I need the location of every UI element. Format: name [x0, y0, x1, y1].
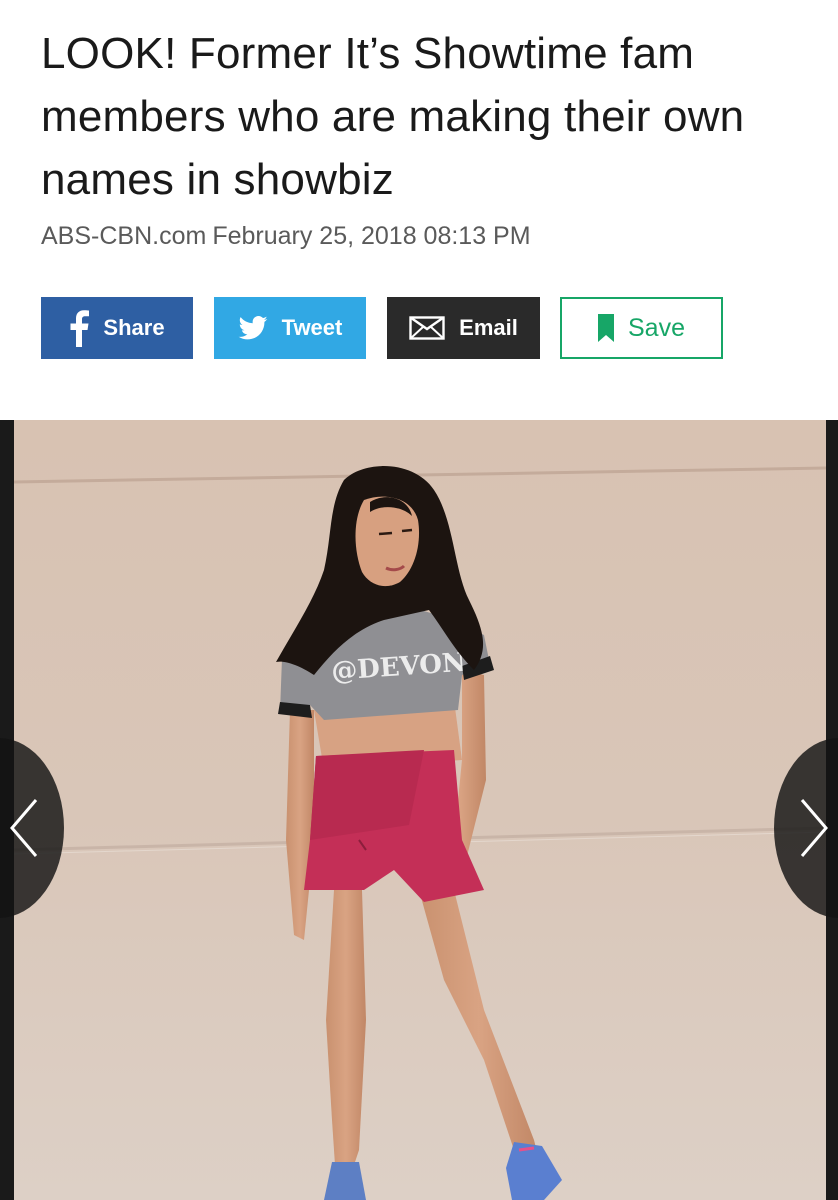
bookmark-icon [598, 314, 614, 342]
article-headline: LOOK! Former It’s Showtime fam members w… [41, 29, 745, 204]
save-button[interactable]: Save [560, 297, 723, 359]
save-label: Save [628, 313, 685, 342]
tweet-label: Tweet [281, 315, 343, 340]
gallery-photo: @DEVON [14, 420, 826, 1200]
share-label: Share [103, 315, 165, 340]
photo-illustration: @DEVON [14, 420, 826, 1200]
byline-source[interactable]: ABS-CBN.com [41, 222, 206, 250]
article-header: LOOK! Former It’s Showtime fam members w… [0, 0, 838, 410]
email-button[interactable]: Email [387, 297, 540, 359]
share-bar: Share Tweet Email Save [41, 297, 741, 359]
chevron-left-icon [10, 799, 38, 857]
email-label: Email [459, 315, 518, 340]
photo-gallery: @DEVON [0, 420, 838, 1200]
tweet-button[interactable]: Tweet [214, 297, 366, 359]
twitter-bird-icon [238, 316, 268, 340]
envelope-icon [409, 316, 445, 340]
facebook-share-button[interactable]: Share [41, 297, 193, 359]
byline: ABS-CBN.com February 25, 2018 08:13 PM [41, 222, 537, 251]
byline-date: February 25, 2018 08:13 PM [212, 222, 531, 250]
chevron-right-icon [800, 799, 828, 857]
facebook-icon [69, 309, 90, 347]
